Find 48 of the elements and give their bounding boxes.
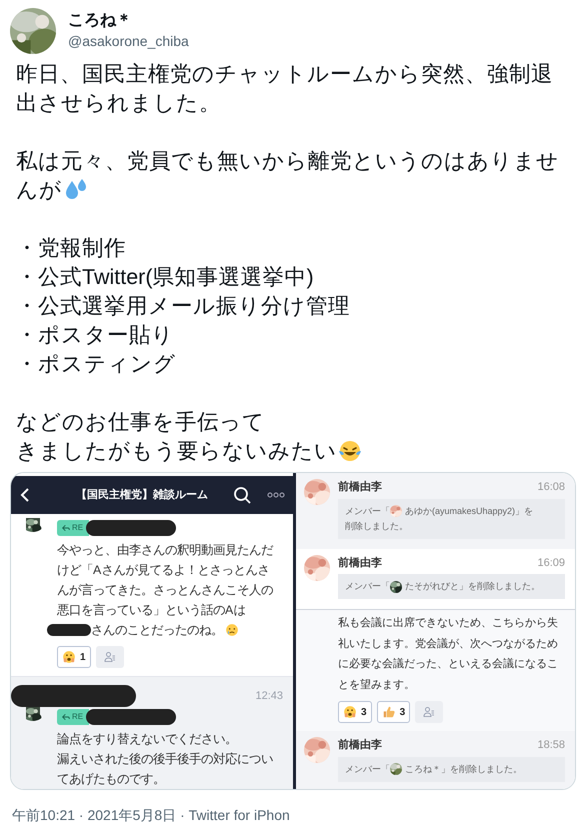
message-time: 16:09 xyxy=(537,556,565,570)
message-text: さんのことだったのね。 xyxy=(91,622,223,639)
sender-name: 前橋由李 xyxy=(338,480,382,495)
chat-title: 【国民主権党】雑談ルーム xyxy=(75,488,209,503)
message-text: 私も会議に出席できないため、こちらから失礼いたします。党会議が、次へつながるために必要な会議だった、といえる会議になることを望みます。 xyxy=(338,616,559,692)
reply-label: RE xyxy=(72,713,84,721)
tweet-paragraph: きましたがもう要らないみたい xyxy=(16,438,337,465)
back-icon[interactable] xyxy=(19,487,31,503)
tweet-paragraph: などのお仕事を手伝って xyxy=(16,409,265,436)
message-time: 18:58 xyxy=(537,738,565,753)
message-time: 16:08 xyxy=(537,480,565,495)
list-item: ・ポスティング xyxy=(16,351,177,378)
reply-icon xyxy=(62,713,70,721)
tweet-meta: 午前10:21 · 2021年5月8日 · Twitter for iPhon xyxy=(11,806,290,824)
reply-label: RE xyxy=(72,524,84,532)
tweet-paragraph: 昨日、国民主権党のチャットルームから突然、強制退出させられました。 xyxy=(16,61,554,117)
tweet-paragraph: 私は元々、党員でも無いから離党というのはありませ xyxy=(16,148,559,175)
sender-name: 前橋由李 xyxy=(338,556,382,570)
notice-text: 削除しました。 xyxy=(345,520,409,532)
list-item: ・公式Twitter(県知事選選挙中) xyxy=(16,264,315,291)
author-name: ころね＊ xyxy=(68,10,133,30)
notice-text: あゆか(ayumakesUhappy2)」を xyxy=(405,504,534,518)
message-text: 今やっと、由李さんの釈明動画見たんだけど「Aさんが見てるよ！とさっとんさんが言ってきた。さっとんさんこそ人の悪口を言っている」という話のAは xyxy=(57,542,274,619)
message-text: 漏えいされた後の後手後手の対応についてあげたものです。 xyxy=(57,751,274,788)
more-icon[interactable] xyxy=(267,492,285,498)
thumbs-up-icon xyxy=(382,705,396,719)
person-icon xyxy=(423,706,436,718)
search-icon[interactable] xyxy=(233,486,251,504)
face-icon xyxy=(62,650,76,664)
person-icon xyxy=(104,651,116,663)
reaction-button[interactable]: 3 xyxy=(338,701,372,723)
reaction-button[interactable]: 1 xyxy=(57,646,91,668)
list-item: ・党報制作 xyxy=(16,235,127,262)
notice-text: ころね＊」を削除しました。 xyxy=(405,762,522,776)
notice-text: たそがれびと」を削除しました。 xyxy=(405,580,540,593)
face-icon xyxy=(343,705,357,719)
sender-name: 前橋由李 xyxy=(338,738,382,753)
author-handle: @asakorone_chiba xyxy=(68,32,189,50)
message-text: 論点をすり替えないでください。 xyxy=(57,731,237,748)
reaction-button[interactable]: 3 xyxy=(376,701,410,723)
message-time: 12:43 xyxy=(255,688,283,704)
reply-icon xyxy=(62,524,70,532)
list-item: ・公式選挙用メール振り分け管理 xyxy=(16,293,351,320)
notice-text: メンバー「 xyxy=(345,762,390,776)
tweet-paragraph: んが xyxy=(16,177,62,204)
notice-text: メンバー「 xyxy=(345,580,390,593)
notice-text: メンバー「 xyxy=(345,504,390,518)
list-item: ・ポスター貼り xyxy=(16,322,175,349)
